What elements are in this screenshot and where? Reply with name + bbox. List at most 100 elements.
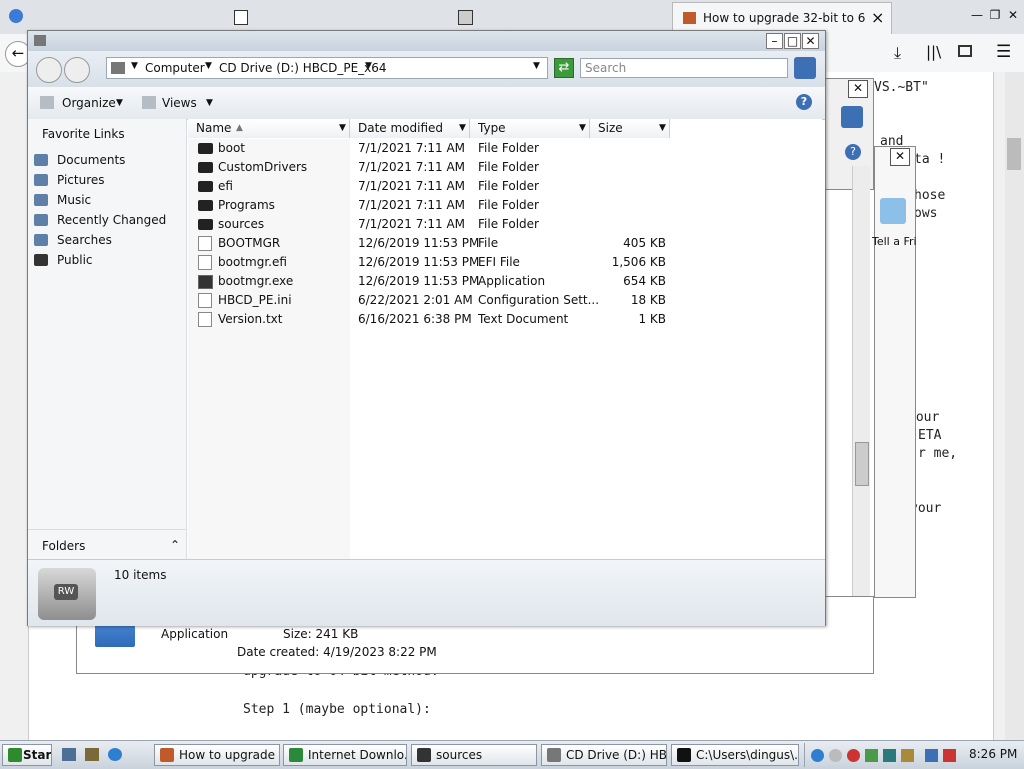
dialog-close-button[interactable]: ✕ bbox=[890, 148, 910, 166]
column-filter-button[interactable]: ▼ bbox=[336, 119, 350, 138]
organize-button[interactable]: Organize bbox=[62, 96, 116, 110]
tray-icon[interactable] bbox=[925, 749, 938, 762]
nav-item-music[interactable]: Music bbox=[34, 190, 91, 210]
close-button[interactable]: ✕ bbox=[802, 33, 819, 49]
table-row[interactable]: bootmgr.exe 12/6/2019 11:53 PM Application… bbox=[188, 272, 688, 291]
nav-item-searches[interactable]: Searches bbox=[34, 230, 112, 250]
column-filter-button[interactable]: ▼ bbox=[576, 119, 590, 138]
column-header-type[interactable]: Type bbox=[470, 119, 590, 138]
taskbar-item-browser[interactable]: How to upgrade ... bbox=[154, 744, 280, 766]
table-row[interactable]: CustomDrivers 7/1/2021 7:11 AM File Folder bbox=[188, 158, 688, 177]
library-icon[interactable]: ||\ bbox=[926, 43, 941, 61]
breadcrumb-computer[interactable]: Computer bbox=[145, 61, 205, 75]
file-name: bootmgr.exe bbox=[218, 274, 294, 288]
views-button[interactable]: Views bbox=[162, 96, 197, 110]
tell-a-friend-label[interactable]: Tell a Fri bbox=[872, 235, 917, 248]
file-name: Programs bbox=[218, 198, 275, 212]
scrollbar-thumb[interactable] bbox=[855, 442, 869, 486]
taskbar-item-7zip[interactable]: C:\Users\dingus\... bbox=[671, 744, 799, 766]
file-date: 6/16/2021 6:38 PM bbox=[358, 312, 472, 326]
shield-icon[interactable] bbox=[847, 749, 860, 762]
music-icon bbox=[34, 194, 48, 206]
organize-icon bbox=[40, 96, 54, 109]
file-size: 18 KB bbox=[630, 293, 666, 307]
tray-icon[interactable] bbox=[943, 749, 956, 762]
search-input[interactable]: Search bbox=[580, 58, 788, 78]
taskbar-item-label: How to upgrade ... bbox=[179, 748, 280, 762]
tab-icon[interactable] bbox=[458, 10, 473, 25]
table-row[interactable]: bootmgr.efi 12/6/2019 11:53 PM EFI File 1,5… bbox=[188, 253, 688, 272]
chevron-down-icon[interactable]: ▼ bbox=[131, 61, 138, 71]
volume-icon[interactable] bbox=[829, 749, 842, 762]
dialog-scrollbar[interactable] bbox=[852, 166, 870, 598]
show-desktop-icon[interactable] bbox=[62, 748, 76, 761]
explorer-title-bar[interactable]: – □ ✕ bbox=[28, 31, 825, 51]
tab-close-button[interactable]: × bbox=[871, 8, 884, 27]
tray-icon[interactable] bbox=[883, 749, 896, 762]
table-row[interactable]: Programs 7/1/2021 7:11 AM File Folder bbox=[188, 196, 688, 215]
tools-icon[interactable] bbox=[901, 749, 914, 762]
table-row[interactable]: efi 7/1/2021 7:11 AM File Folder bbox=[188, 177, 688, 196]
table-row[interactable]: sources 7/1/2021 7:11 AM File Folder bbox=[188, 215, 688, 234]
file-date: 6/22/2021 2:01 AM bbox=[358, 293, 473, 307]
file-type: Configuration Sett... bbox=[478, 293, 600, 307]
tab-icon[interactable] bbox=[234, 10, 248, 25]
nav-item-label: Documents bbox=[57, 153, 126, 167]
clock[interactable]: 8:26 PM bbox=[969, 747, 1017, 761]
search-icon[interactable] bbox=[841, 106, 863, 128]
taskbar-item-idm[interactable]: Internet Downlo... bbox=[283, 744, 407, 766]
page-text: hose bbox=[914, 188, 946, 203]
column-header-name[interactable]: Name ▲ bbox=[188, 119, 350, 138]
command-bar: Organize ▼ Views ▼ ? bbox=[28, 87, 825, 120]
nav-item-recently-changed[interactable]: Recently Changed bbox=[34, 210, 166, 230]
nav-item-public[interactable]: Public bbox=[34, 250, 93, 270]
close-button[interactable]: ✕ bbox=[1002, 5, 1024, 27]
refresh-button[interactable]: ⇄ bbox=[554, 58, 574, 78]
table-row[interactable]: BOOTMGR 12/6/2019 11:53 PM File 405 KB bbox=[188, 234, 688, 253]
computer-icon bbox=[111, 62, 125, 74]
column-header-date[interactable]: Date modified bbox=[350, 119, 470, 138]
page-text: ta ! bbox=[914, 152, 946, 167]
dialog-close-button[interactable]: ✕ bbox=[848, 80, 868, 98]
maximize-button[interactable]: □ bbox=[784, 33, 801, 49]
network-icon[interactable] bbox=[811, 749, 824, 762]
column-filter-button[interactable]: ▼ bbox=[456, 119, 470, 138]
table-row[interactable]: boot 7/1/2021 7:11 AM File Folder bbox=[188, 139, 688, 158]
folders-toggle[interactable]: Folders ⌃ bbox=[28, 529, 186, 560]
table-row[interactable]: Version.txt 6/16/2021 6:38 PM Text Documen… bbox=[188, 310, 688, 329]
page-text: ows bbox=[914, 206, 938, 221]
chevron-down-icon[interactable]: ▼ bbox=[206, 98, 213, 108]
address-dropdown-icon[interactable]: ▼ bbox=[533, 61, 540, 71]
search-icon[interactable] bbox=[794, 57, 816, 79]
back-button[interactable] bbox=[36, 57, 62, 83]
breadcrumb-drive[interactable]: CD Drive (D:) HBCD_PE_x64 bbox=[219, 61, 387, 75]
quicklaunch-icon[interactable] bbox=[85, 748, 99, 761]
start-button[interactable]: Start bbox=[2, 744, 52, 766]
nav-item-pictures[interactable]: Pictures bbox=[34, 170, 105, 190]
help-icon[interactable]: ? bbox=[845, 144, 861, 160]
column-header-label: Date modified bbox=[358, 121, 444, 135]
download-icon[interactable]: ⤓ bbox=[894, 43, 901, 63]
nav-item-documents[interactable]: Documents bbox=[34, 150, 125, 170]
address-field[interactable]: ▼ Computer ▼ CD Drive (D:) HBCD_PE_x64 ▼… bbox=[106, 57, 548, 79]
sidebar-icon[interactable] bbox=[958, 45, 972, 57]
menu-icon[interactable]: ☰ bbox=[996, 42, 1011, 62]
tell-a-friend-icon[interactable] bbox=[880, 198, 906, 224]
taskbar-item-sources[interactable]: sources bbox=[411, 744, 537, 766]
tray-icon[interactable] bbox=[865, 749, 878, 762]
page-scrollbar[interactable] bbox=[1005, 72, 1024, 740]
ie-icon[interactable] bbox=[108, 748, 122, 761]
chevron-up-icon[interactable]: ⌃ bbox=[170, 538, 180, 552]
chevron-down-icon[interactable]: ▼ bbox=[365, 61, 372, 71]
taskbar-item-cd-drive[interactable]: CD Drive (D:) HB... bbox=[541, 744, 667, 766]
scrollbar-thumb[interactable] bbox=[1007, 138, 1021, 170]
item-count: 10 items bbox=[114, 568, 167, 582]
minimize-button[interactable]: – bbox=[766, 33, 783, 49]
forward-button[interactable] bbox=[64, 57, 90, 83]
table-row[interactable]: HBCD_PE.ini 6/22/2021 2:01 AM Configuratio… bbox=[188, 291, 688, 310]
column-filter-button[interactable]: ▼ bbox=[656, 119, 670, 138]
help-icon[interactable]: ? bbox=[796, 94, 812, 110]
chevron-down-icon[interactable]: ▼ bbox=[205, 61, 212, 71]
explorer-window: – □ ✕ ▼ Computer ▼ CD Drive (D:) HBCD_PE… bbox=[27, 30, 826, 626]
chevron-down-icon[interactable]: ▼ bbox=[116, 98, 123, 108]
